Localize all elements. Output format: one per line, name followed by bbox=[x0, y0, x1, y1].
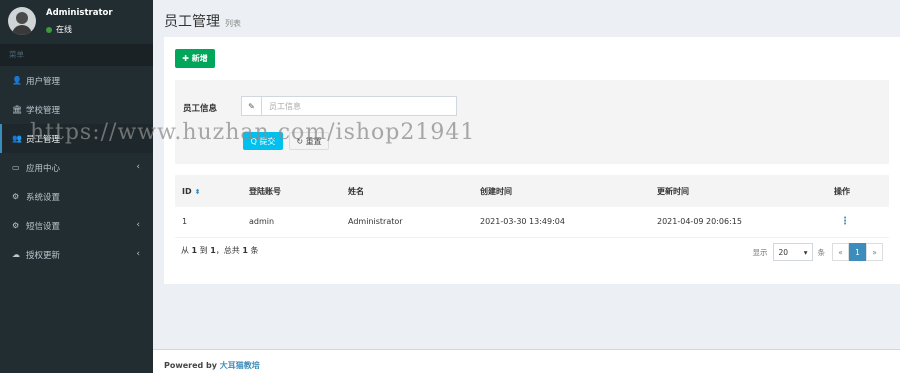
powered-by: Powered by bbox=[164, 361, 217, 370]
page-title: 员工管理 列表 bbox=[164, 11, 241, 31]
watermark: https://www.huzhan.com/ishop21941 bbox=[30, 120, 476, 145]
column-header-created: 创建时间 bbox=[473, 175, 650, 207]
avatar[interactable] bbox=[8, 7, 36, 35]
cloud-icon: ☁ bbox=[12, 250, 20, 259]
sidebar-item-label: 用户管理 bbox=[26, 76, 61, 87]
sidebar-item-system-settings[interactable]: ⚙ 系统设置 bbox=[0, 182, 153, 211]
users-icon: 👥 bbox=[12, 134, 22, 143]
sidebar-item-label: 授权更新 bbox=[26, 250, 61, 261]
page-size-label: 显示 bbox=[752, 247, 768, 257]
cell-created: 2021-03-30 13:49:04 bbox=[473, 207, 650, 238]
chevron-left-icon: ‹ bbox=[136, 162, 140, 172]
sort-icon[interactable]: ⬍ bbox=[195, 188, 201, 196]
sidebar-item-label: 系统设置 bbox=[26, 192, 61, 203]
brand-link[interactable]: 大耳猫教培 bbox=[220, 361, 260, 370]
app-center-icon: ▭ bbox=[12, 163, 20, 172]
more-vertical-icon[interactable]: ⋮ bbox=[834, 216, 850, 227]
chevron-down-icon: ▾ bbox=[803, 247, 808, 257]
column-header-action: 操作 bbox=[827, 175, 889, 207]
pencil-icon: ✎ bbox=[242, 97, 262, 115]
page-subtitle: 列表 bbox=[225, 19, 241, 28]
pagination: 显示 20 ▾ 条 « 1 » bbox=[752, 243, 883, 261]
menu-header: 菜单 bbox=[0, 44, 153, 66]
column-header-id[interactable]: ID ⬍ bbox=[175, 175, 242, 207]
sidebar-item-label: 学校管理 bbox=[26, 105, 61, 116]
sidebar-item-label: 应用中心 bbox=[26, 163, 61, 174]
page-title-text: 员工管理 bbox=[164, 14, 220, 30]
prev-page-button[interactable]: « bbox=[832, 243, 849, 261]
sidebar-item-label: 短信设置 bbox=[26, 221, 61, 232]
page-size-select[interactable]: 20 ▾ bbox=[772, 243, 813, 261]
user-panel: Administrator 在线 bbox=[0, 0, 153, 44]
cell-action: ⋮ bbox=[827, 207, 889, 238]
table-header-row: ID ⬍ 登陆账号 姓名 创建时间 更新时间 操作 bbox=[175, 175, 889, 207]
sidebar-item-sms-settings[interactable]: ⚙ 短信设置 ‹ bbox=[0, 211, 153, 240]
table-row: 1 admin Administrator 2021-03-30 13:49:0… bbox=[175, 207, 889, 238]
column-header-updated: 更新时间 bbox=[650, 175, 827, 207]
pagination-summary: 从 1 到 1，总共 1 条 bbox=[181, 246, 259, 255]
cell-updated: 2021-04-09 20:06:15 bbox=[650, 207, 827, 238]
staff-table: ID ⬍ 登陆账号 姓名 创建时间 更新时间 操作 1 admin Adminis… bbox=[175, 175, 889, 238]
column-header-name: 姓名 bbox=[341, 175, 473, 207]
user-status: 在线 bbox=[46, 24, 72, 35]
cell-account: admin bbox=[242, 207, 341, 238]
chevron-left-icon: ‹ bbox=[136, 249, 140, 259]
sidebar-item-app-center[interactable]: ▭ 应用中心 ‹ bbox=[0, 153, 153, 182]
staff-info-input[interactable] bbox=[262, 98, 456, 114]
add-button[interactable]: ✚ 新增 bbox=[175, 49, 215, 68]
content-box: ✚ 新增 员工信息 ✎ Q 提交 ↻ 重置 ID⬍ 登陆账号 姓名 创建时间 更… bbox=[164, 37, 900, 284]
page-size-unit: 条 bbox=[817, 247, 826, 257]
staff-table-wrap: ID ⬍ 登陆账号 姓名 创建时间 更新时间 操作 1 admin Adminis… bbox=[175, 175, 889, 238]
sidebar-item-license-update[interactable]: ☁ 授权更新 ‹ bbox=[0, 240, 153, 269]
page-button-1[interactable]: 1 bbox=[849, 243, 866, 261]
next-page-button[interactable]: » bbox=[866, 243, 883, 261]
cell-name: Administrator bbox=[341, 207, 473, 238]
page-footer: Powered by 大耳猫教培 bbox=[153, 349, 900, 373]
sidebar-item-users[interactable]: 👤 用户管理 bbox=[0, 66, 153, 95]
cell-id: 1 bbox=[175, 207, 242, 238]
user-status-label: 在线 bbox=[56, 25, 72, 34]
column-header-account: 登陆账号 bbox=[242, 175, 341, 207]
user-name: Administrator bbox=[46, 8, 113, 18]
school-icon: 🏛 bbox=[12, 105, 23, 114]
cogs-icon: ⚙ bbox=[12, 192, 20, 201]
user-icon: 👤 bbox=[12, 76, 22, 85]
filter-label: 员工信息 bbox=[183, 104, 218, 114]
filter-input-group: ✎ bbox=[241, 96, 457, 116]
sms-settings-icon: ⚙ bbox=[12, 221, 20, 230]
sidebar: Administrator 在线 菜单 👤 用户管理 🏛 学校管理 👥 员工管理… bbox=[0, 0, 153, 373]
chevron-left-icon: ‹ bbox=[136, 220, 140, 230]
main-content: 员工管理列表 ✚ 新增 员工信息 ✎ Q 提交 ↻ 重置 ID⬍ 登陆账号 姓名… bbox=[153, 0, 900, 373]
online-status-icon bbox=[46, 26, 52, 33]
